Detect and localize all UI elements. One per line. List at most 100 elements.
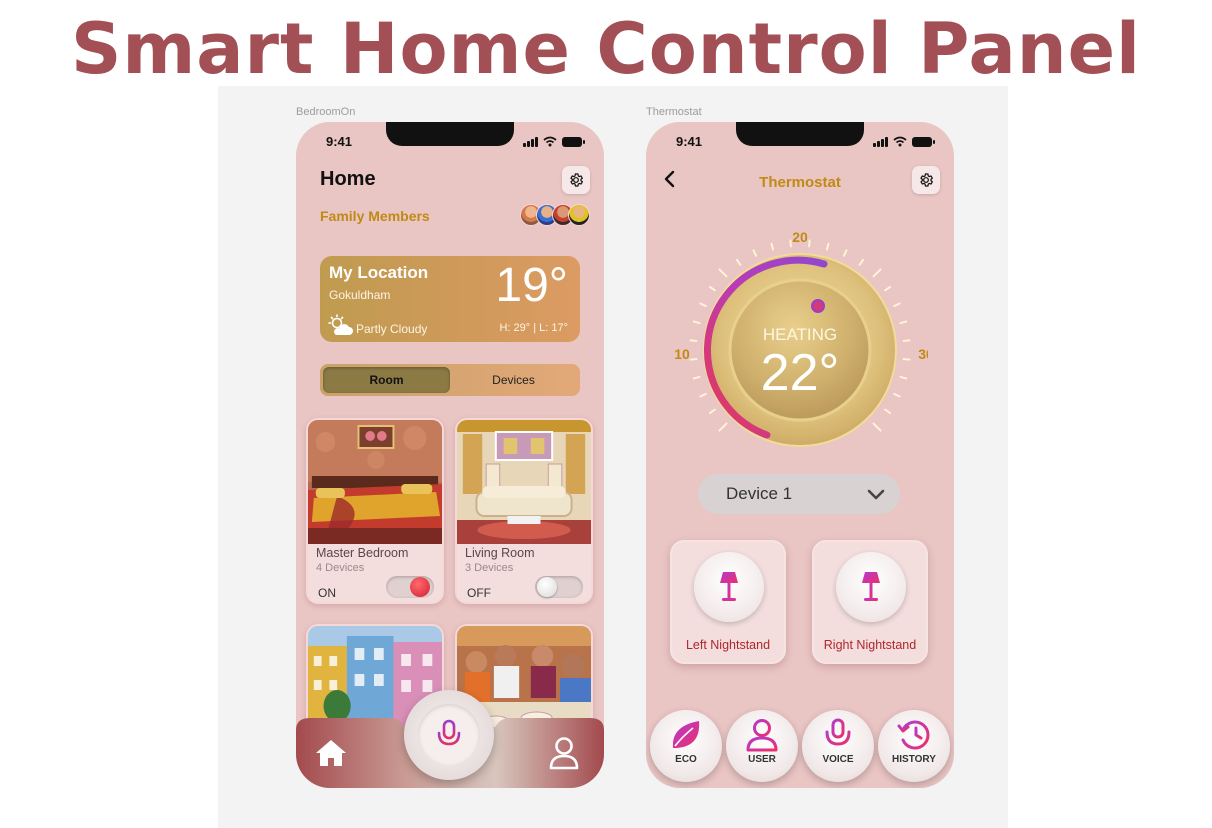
lamp-card-left-nightstand[interactable]: Left Nightstand	[670, 540, 786, 664]
mic-icon	[825, 718, 851, 752]
dial-tick	[699, 392, 707, 398]
mode-buttons: ECO USER VOICE HISTORY	[650, 710, 950, 784]
family-members-label: Family Members	[320, 208, 430, 224]
mode-label: VOICE	[822, 754, 854, 765]
room-device-count: 4 Devices	[316, 562, 365, 574]
wifi-icon	[893, 136, 907, 147]
dial-tick	[808, 239, 811, 248]
dial-tick	[899, 320, 908, 325]
tab-devices[interactable]: Devices	[450, 367, 577, 393]
lamp-icon	[862, 572, 880, 601]
dial-tick	[842, 249, 848, 257]
weather-condition: Partly Cloudy	[356, 322, 428, 336]
lamp-label: Left Nightstand	[685, 638, 771, 652]
room-power-toggle[interactable]	[535, 576, 583, 598]
user-icon	[746, 719, 778, 752]
user-button[interactable]: USER	[726, 710, 798, 782]
weather-card[interactable]: My Location Gokuldham 19° Partly Cloudy …	[320, 256, 580, 342]
history-icon	[897, 720, 930, 750]
master-bedroom-image	[308, 420, 442, 544]
lamp-icon	[720, 572, 738, 601]
partly-cloudy-icon	[328, 314, 353, 335]
dial-handle[interactable]	[811, 299, 825, 313]
settings-button[interactable]	[912, 166, 940, 194]
dial-tick	[893, 392, 901, 398]
signal-icon	[873, 137, 888, 147]
notch	[386, 122, 514, 146]
room-name: Living Room	[465, 546, 535, 560]
device-dropdown[interactable]: Device 1	[698, 474, 900, 514]
dial-tick	[872, 268, 882, 278]
dial-tick	[708, 408, 716, 415]
status-time: 9:41	[676, 134, 703, 149]
leaf-icon	[672, 721, 700, 748]
bottom-navigation	[296, 690, 604, 788]
dial-tick	[893, 302, 901, 308]
dial-tick	[789, 239, 792, 248]
room-power-toggle[interactable]	[386, 576, 434, 598]
frame-label-bedroom: BedroomOn	[296, 106, 356, 118]
dial-tick	[718, 268, 728, 278]
dial-tick	[825, 242, 830, 251]
device-dropdown-value: Device 1	[726, 484, 793, 503]
battery-icon	[912, 137, 935, 147]
status-icons	[523, 136, 585, 147]
dial-tick	[718, 422, 728, 432]
scale-label-min: 10	[674, 346, 690, 362]
thermostat-title: Thermostat	[759, 174, 841, 191]
history-button[interactable]: HISTORY	[878, 710, 950, 782]
dial-tick	[902, 339, 911, 342]
home-phone-frame: 9:41 Home Family Members My Location Gok…	[296, 122, 604, 788]
voice-button[interactable]: VOICE	[802, 710, 874, 782]
dial-tick	[884, 285, 892, 292]
scale-label-max: 30	[918, 346, 928, 362]
room-device-count: 3 Devices	[465, 562, 514, 574]
dial-tick	[858, 258, 865, 266]
room-devices-segmented-control: Room Devices	[320, 364, 580, 396]
room-card-master-bedroom[interactable]: Master Bedroom 4 Devices ON	[306, 418, 444, 604]
voice-button-inner	[418, 704, 480, 766]
lamp-card-right-nightstand[interactable]: Right Nightstand	[812, 540, 928, 664]
home-icon[interactable]	[314, 738, 348, 768]
room-name: Master Bedroom	[316, 546, 409, 560]
notch	[736, 122, 864, 146]
lamp-button[interactable]	[836, 552, 906, 622]
mode-label: USER	[748, 754, 776, 765]
dial-tick	[752, 249, 758, 257]
weather-high-low: H: 29° | L: 17°	[499, 322, 568, 334]
mode-label: HISTORY	[892, 754, 936, 765]
voice-button[interactable]	[404, 690, 494, 780]
lamp-button[interactable]	[694, 552, 764, 622]
thermostat-mode: HEATING	[763, 325, 837, 344]
dial-tick	[692, 320, 701, 325]
dial-tick	[884, 408, 892, 415]
room-state: OFF	[467, 586, 491, 600]
user-icon[interactable]	[548, 736, 580, 770]
dial-tick	[699, 302, 707, 308]
mode-label: ECO	[675, 754, 697, 765]
toggle-knob	[537, 577, 557, 597]
page-title: Smart Home Control Panel	[70, 8, 1142, 90]
toggle-knob	[410, 577, 430, 597]
dial-tick	[689, 339, 698, 342]
thermostat-phone-frame: 9:41 Thermostat HEATING 22° 20 10 30 Dev…	[646, 122, 954, 788]
dial-tick	[770, 242, 775, 251]
thermostat-dial[interactable]: HEATING 22° 20 10 30	[672, 222, 928, 478]
tab-room[interactable]: Room	[323, 367, 450, 393]
living-room-image	[457, 420, 591, 544]
room-state: ON	[318, 586, 336, 600]
avatar[interactable]	[568, 204, 590, 226]
mic-icon	[437, 719, 461, 751]
room-card-living-room[interactable]: Living Room 3 Devices OFF	[455, 418, 593, 604]
dial-tick	[692, 375, 701, 380]
frame-label-thermostat: Thermostat	[646, 106, 702, 118]
status-time: 9:41	[326, 134, 353, 149]
family-avatars[interactable]	[520, 204, 592, 228]
weather-location: My Location	[329, 263, 429, 282]
home-title: Home	[320, 168, 376, 190]
dial-tick	[872, 422, 882, 432]
settings-button[interactable]	[562, 166, 590, 194]
weather-temperature: 19°	[495, 259, 568, 312]
wifi-icon	[543, 136, 557, 147]
eco-button[interactable]: ECO	[650, 710, 722, 782]
